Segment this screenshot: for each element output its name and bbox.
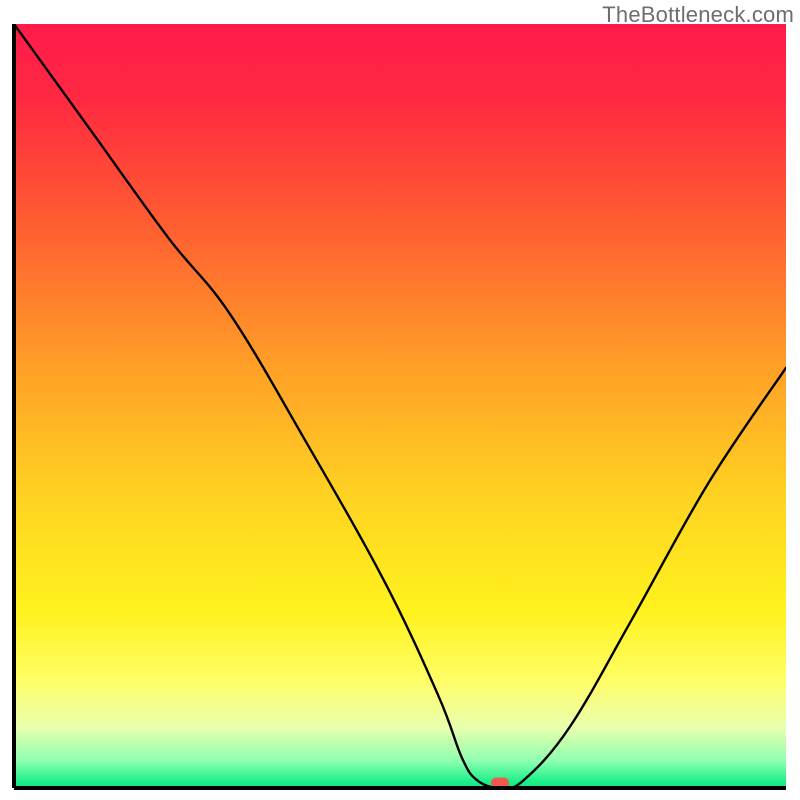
chart-container: TheBottleneck.com [0,0,800,800]
bottleneck-curve [14,24,786,788]
plot-area [14,24,786,788]
curve-overlay [14,24,786,788]
optimal-marker [491,778,509,789]
